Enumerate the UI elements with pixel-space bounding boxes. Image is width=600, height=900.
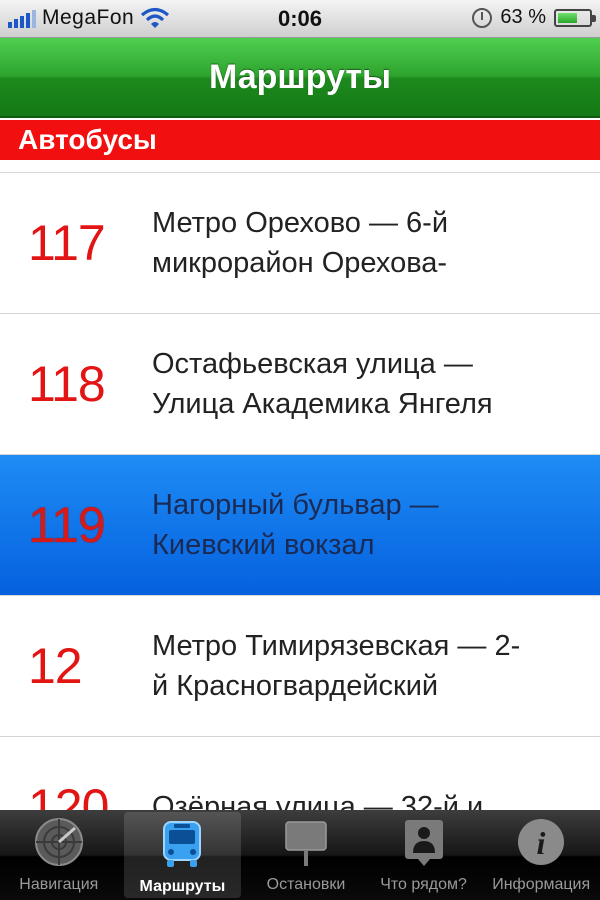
status-bar: MegaFon 0:06 63 % bbox=[0, 0, 600, 38]
route-row[interactable]: 118 Остафьевская улица — Улица Академика… bbox=[0, 314, 600, 455]
svg-text:i: i bbox=[537, 825, 546, 861]
tab-label: Что рядом? bbox=[380, 876, 467, 893]
route-name-line1: Озёрная улица — 32-й и bbox=[152, 791, 484, 810]
route-row[interactable]: 117 Метро Орехово — 6-й микрорайон Орехо… bbox=[0, 173, 600, 314]
tab-navigation[interactable]: Навигация bbox=[0, 810, 118, 900]
radar-icon bbox=[34, 818, 83, 866]
route-row[interactable]: 120 Озёрная улица — 32-й и bbox=[0, 737, 600, 810]
tab-routes[interactable]: Маршруты bbox=[123, 812, 242, 898]
route-name-line2: микрорайон Орехова- bbox=[152, 247, 448, 279]
route-list[interactable]: 117 Метро Орехово — 6-й микрорайон Орехо… bbox=[0, 172, 600, 810]
tab-nearby[interactable]: Что рядом? bbox=[365, 810, 483, 900]
tab-label: Остановки bbox=[266, 876, 346, 893]
route-name-line1: Метро Орехово — 6-й bbox=[152, 207, 449, 239]
route-name-line2: Киевский вокзал bbox=[152, 529, 375, 561]
section-title: Автобусы bbox=[18, 124, 157, 155]
section-header: Автобусы bbox=[0, 120, 600, 160]
route-number: 118 bbox=[28, 356, 106, 412]
route-row[interactable]: 12 Метро Тимирязевская — 2- й Красногвар… bbox=[0, 596, 600, 737]
page-title: Маршруты bbox=[208, 57, 392, 96]
status-right: 63 % bbox=[472, 6, 596, 29]
info-icon: i bbox=[518, 819, 565, 865]
bus-icon bbox=[163, 821, 202, 867]
route-row-selected[interactable]: 119 Нагорный бульвар — Киевский вокзал bbox=[0, 455, 600, 596]
route-name: Метро Орехово — 6-й микрорайон Орехова- bbox=[152, 203, 582, 283]
battery-percent: 63 % bbox=[500, 6, 546, 28]
battery-icon bbox=[554, 8, 596, 27]
tab-label: Навигация bbox=[19, 876, 99, 893]
route-name-line1: Остафьевская улица — bbox=[152, 348, 473, 380]
route-name-line2: й Красногвардейский bbox=[152, 670, 439, 702]
tab-label: Маршруты bbox=[139, 878, 226, 895]
route-name-line1: Метро Тимирязевская — 2- bbox=[152, 630, 521, 662]
alarm-clock-icon bbox=[472, 7, 493, 28]
route-number: 12 bbox=[28, 638, 83, 694]
route-name-line1: Нагорный бульвар — bbox=[152, 489, 439, 521]
route-name-line2: Улица Академика Янгеля bbox=[152, 388, 493, 420]
route-name: Озёрная улица — 32-й и bbox=[152, 787, 582, 810]
route-number: 119 bbox=[28, 497, 106, 553]
route-name: Метро Тимирязевская — 2- й Красногвардей… bbox=[152, 626, 582, 706]
battery-level bbox=[558, 12, 577, 23]
tab-stops[interactable]: Остановки bbox=[247, 810, 365, 900]
route-name: Нагорный бульвар — Киевский вокзал bbox=[152, 485, 582, 565]
route-name: Остафьевская улица — Улица Академика Янг… bbox=[152, 344, 582, 424]
tab-info[interactable]: i Информация bbox=[482, 810, 600, 900]
bus-stop-sign-icon bbox=[285, 821, 327, 866]
route-number: 117 bbox=[28, 215, 106, 271]
tab-bar: Навигация Маршруты Остановки Что рядом? bbox=[0, 810, 600, 900]
tab-label: Информация bbox=[492, 876, 591, 893]
route-number: 120 bbox=[28, 779, 109, 810]
nav-bar: Маршруты bbox=[0, 38, 600, 118]
person-pin-icon bbox=[404, 820, 443, 866]
